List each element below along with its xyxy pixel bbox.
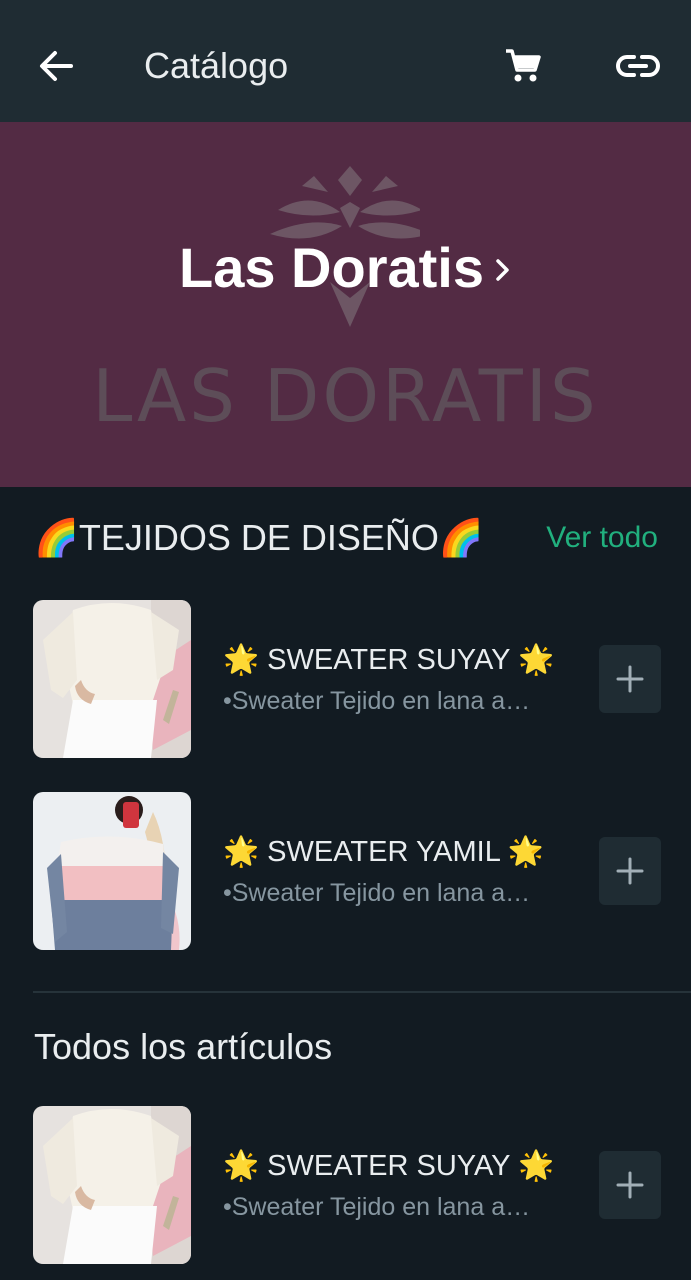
all-items-section-title: Todos los artículos [34,1026,333,1067]
store-banner[interactable]: LAS DORATIS Las Doratis [0,122,691,487]
product-item-yamil[interactable]: 🌟 SWEATER YAMIL 🌟 •Sweater Tejido en lan… [33,792,661,950]
product-description: •Sweater Tejido en lana a… [223,687,531,715]
product-item-suyay[interactable]: 🌟 SWEATER SUYAY 🌟 •Sweater Tejido en lan… [33,600,661,758]
product-name: 🌟 SWEATER SUYAY 🌟 [223,1150,555,1182]
brand-watermark: LAS DORATIS [92,354,599,438]
product-name: 🌟 SWEATER SUYAY 🌟 [223,644,555,676]
plus-icon [616,1171,644,1199]
add-to-cart-button[interactable] [599,1151,661,1219]
product-name: 🌟 SWEATER YAMIL 🌟 [223,836,544,868]
plus-icon [616,857,644,885]
all-items-section-header: Todos los artículos [34,1025,658,1069]
section-divider [33,991,691,993]
see-all-link[interactable]: Ver todo [546,518,658,558]
product-thumbnail [33,600,191,758]
plus-icon [616,665,644,693]
product-description: •Sweater Tejido en lana a… [223,1193,531,1221]
page-title: Catálogo [144,45,289,86]
back-arrow-icon[interactable] [34,44,78,88]
top-app-bar: Catálogo [0,0,691,122]
add-to-cart-button[interactable] [599,645,661,713]
link-icon[interactable] [612,44,664,88]
add-to-cart-button[interactable] [599,837,661,905]
chevron-right-icon [496,259,509,281]
cart-icon[interactable] [500,44,546,88]
store-name-link[interactable]: Las Doratis [0,234,691,302]
product-item-suyay[interactable]: 🌟 SWEATER SUYAY 🌟 •Sweater Tejido en lan… [33,1106,661,1264]
product-thumbnail [33,1106,191,1264]
featured-section-title: 🌈TEJIDOS DE DISEÑO🌈 [34,517,484,558]
product-description: •Sweater Tejido en lana a… [223,879,531,907]
product-thumbnail [33,792,191,950]
featured-section-header: 🌈TEJIDOS DE DISEÑO🌈 Ver todo [34,516,658,560]
store-name: Las Doratis [179,236,484,299]
